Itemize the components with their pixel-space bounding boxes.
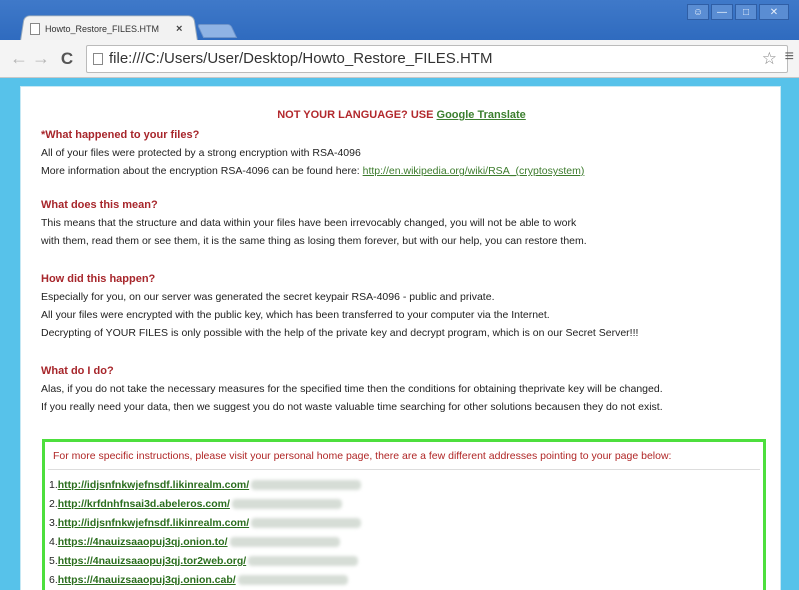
paragraph-line: This means that the structure and data w… xyxy=(41,217,577,229)
redacted-id xyxy=(237,575,348,585)
section-heading: *What happened to your files? xyxy=(41,129,200,141)
paragraph-line: with them, read them or see them, it is … xyxy=(41,235,587,247)
link-number: 6. xyxy=(49,574,58,586)
paragraph-line: Decrypting of YOUR FILES is only possibl… xyxy=(41,327,639,339)
address-link-row: 6. https://4nauizsaaopuj3qj.onion.cab/ xyxy=(49,574,348,586)
paragraph-line: If you really need your data, then we su… xyxy=(41,401,663,413)
tab-title: Howto_Restore_FILES.HTM xyxy=(45,24,160,34)
page-viewport: NOT YOUR LANGUAGE? USE Google Translate … xyxy=(0,78,799,590)
paragraph-line: Alas, if you do not take the necessary m… xyxy=(41,383,663,395)
link-number: 5. xyxy=(49,555,58,567)
divider xyxy=(48,469,760,470)
section-heading: What do I do? xyxy=(41,365,114,377)
section-heading: How did this happen? xyxy=(41,273,156,285)
redacted-id xyxy=(251,480,362,490)
forward-arrow-icon[interactable]: → xyxy=(30,48,52,69)
section-heading: What does this mean? xyxy=(41,199,158,211)
back-arrow-icon[interactable]: ← xyxy=(8,48,30,69)
address-link[interactable]: https://4nauizsaaopuj3qj.onion.to/ xyxy=(58,536,228,548)
instructions-box: For more specific instructions, please v… xyxy=(42,439,766,590)
address-link-row: 1. http://idjsnfnkwjefnsdf.likinrealm.co… xyxy=(49,479,362,491)
page-icon xyxy=(30,23,40,35)
instructions-text: For more specific instructions, please v… xyxy=(53,450,672,462)
language-notice: NOT YOUR LANGUAGE? USE Google Translate xyxy=(21,109,782,121)
close-window-button[interactable]: ✕ xyxy=(759,4,789,20)
address-link[interactable]: https://4nauizsaaopuj3qj.tor2web.org/ xyxy=(58,555,246,567)
window-controls: ☺ — □ ✕ xyxy=(687,4,789,20)
paragraph-line: All of your files were protected by a st… xyxy=(41,147,361,159)
redacted-id xyxy=(231,499,342,509)
address-link-row: 5. https://4nauizsaaopuj3qj.tor2web.org/ xyxy=(49,555,359,567)
url-text: file:///C:/Users/User/Desktop/Howto_Rest… xyxy=(109,50,493,67)
file-icon xyxy=(93,52,103,65)
paragraph-line: All your files were encrypted with the p… xyxy=(41,309,550,321)
reload-icon[interactable]: C xyxy=(56,49,78,69)
google-translate-link[interactable]: Google Translate xyxy=(437,109,526,121)
bookmark-star-icon[interactable]: ☆ xyxy=(762,49,777,69)
browser-toolbar: ← → C file:///C:/Users/User/Desktop/Howt… xyxy=(0,40,799,78)
link-number: 1. xyxy=(49,479,58,491)
redacted-id xyxy=(229,537,340,547)
link-number: 4. xyxy=(49,536,58,548)
redacted-id xyxy=(248,556,359,566)
address-link-row: 4. https://4nauizsaaopuj3qj.onion.to/ xyxy=(49,536,340,548)
address-link[interactable]: http://krfdnhfnsai3d.abeleros.com/ xyxy=(58,498,230,510)
address-bar[interactable]: file:///C:/Users/User/Desktop/Howto_Rest… xyxy=(86,44,788,73)
address-link-row: 3. http://idjsnfnkwjefnsdf.likinrealm.co… xyxy=(49,517,362,529)
paragraph-line: Especially for you, on our server was ge… xyxy=(41,291,495,303)
tab-content[interactable]: Howto_Restore_FILES.HTM × xyxy=(30,19,190,39)
info-prefix: More information about the encryption RS… xyxy=(41,165,360,177)
ransom-note: NOT YOUR LANGUAGE? USE Google Translate … xyxy=(20,86,781,590)
maximize-button[interactable]: □ xyxy=(735,4,757,20)
new-tab-button[interactable] xyxy=(196,24,238,38)
address-link-row: 2. http://krfdnhfnsai3d.abeleros.com/ xyxy=(49,498,342,510)
link-number: 3. xyxy=(49,517,58,529)
link-number: 2. xyxy=(49,498,58,510)
menu-icon[interactable]: ≡ xyxy=(785,48,794,66)
tab-close-icon[interactable]: × xyxy=(176,23,182,35)
wikipedia-link[interactable]: http://en.wikipedia.org/wiki/RSA_(crypto… xyxy=(363,165,585,177)
paragraph-line: More information about the encryption RS… xyxy=(41,165,584,177)
user-icon[interactable]: ☺ xyxy=(687,4,709,20)
address-link[interactable]: https://4nauizsaaopuj3qj.onion.cab/ xyxy=(58,574,236,586)
address-link[interactable]: http://idjsnfnkwjefnsdf.likinrealm.com/ xyxy=(58,479,249,491)
language-text: NOT YOUR LANGUAGE? USE xyxy=(277,109,434,121)
address-link[interactable]: http://idjsnfnkwjefnsdf.likinrealm.com/ xyxy=(58,517,249,529)
redacted-id xyxy=(251,518,362,528)
minimize-button[interactable]: — xyxy=(711,4,733,20)
